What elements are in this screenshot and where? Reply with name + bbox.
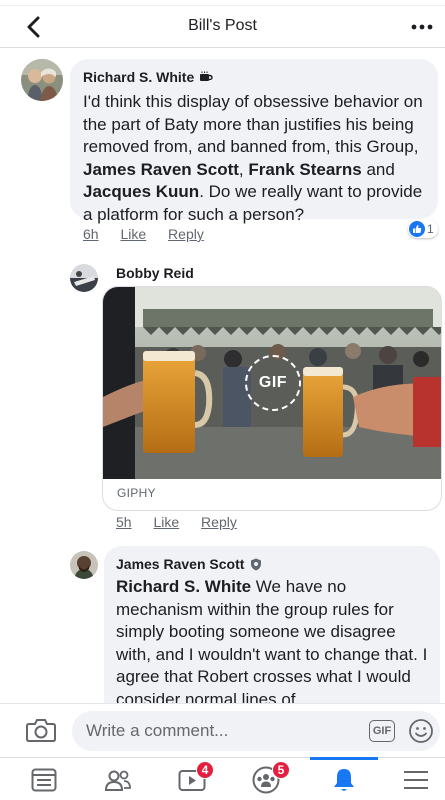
hamburger-menu-icon [404, 770, 428, 789]
comment-time: 6h [83, 226, 99, 242]
page-title: Bill's Post [188, 17, 257, 34]
gif-source-label[interactable]: GIPHY [117, 486, 156, 500]
mentioned-name[interactable]: Jacques Kuun [83, 182, 199, 201]
comment-text-segment: I'd think this display of obsessive beha… [83, 92, 423, 156]
smiley-icon [409, 719, 433, 743]
comment-author[interactable]: Bobby Reid [116, 265, 194, 281]
comment-text: Richard S. White We have no mechanism wi… [116, 576, 428, 703]
comment-actions: 6h Like Reply [83, 226, 222, 242]
nav-menu[interactable] [386, 758, 445, 800]
comment-input-container: GIF [72, 711, 440, 751]
avatar-richard-white[interactable] [21, 59, 63, 101]
comment-actions: 5h Like Reply [116, 514, 255, 530]
comment-text: I'd think this display of obsessive beha… [83, 91, 426, 226]
like-reaction-icon [409, 221, 425, 237]
reaction-count[interactable]: 1 [408, 220, 438, 238]
gif-button[interactable]: GIF [369, 720, 395, 742]
camera-icon [26, 719, 56, 742]
bell-icon [334, 768, 354, 791]
mentioned-name[interactable]: Frank Stearns [248, 160, 361, 179]
avatar-james-raven-scott[interactable] [70, 551, 98, 579]
comment-text-segment: and [361, 159, 395, 179]
reply-button[interactable]: Reply [201, 514, 237, 530]
gif-play-button[interactable]: GIF [245, 355, 301, 411]
post-header: Bill's Post [0, 6, 445, 48]
watch-badge: 4 [196, 761, 214, 779]
nav-groups[interactable]: 5 [236, 758, 296, 800]
comment-bubble[interactable]: James Raven Scott Richard S. White We ha… [104, 546, 440, 703]
comment-bubble[interactable]: Richard S. White I'd think this display … [70, 59, 438, 224]
avatar-photo [70, 264, 98, 292]
bottom-navigation: 4 5 [0, 757, 445, 800]
comment-author[interactable]: James Raven Scott [116, 556, 244, 572]
nav-notifications[interactable] [310, 757, 378, 800]
friends-icon [104, 770, 131, 791]
news-feed-icon [31, 768, 57, 791]
coffee-cup-icon [200, 71, 213, 81]
more-options-button[interactable] [409, 14, 435, 40]
more-horizontal-icon [411, 24, 433, 30]
camera-button[interactable] [26, 717, 56, 743]
comment-input[interactable] [86, 711, 356, 751]
comment-time: 5h [116, 514, 132, 530]
gif-attachment[interactable]: GIF GIPHY [102, 286, 442, 511]
comment-text-segment: , [238, 159, 249, 179]
gif-badge-label: GIF [258, 374, 288, 391]
comment-author[interactable]: Richard S. White [83, 69, 194, 85]
emoji-button[interactable] [408, 718, 434, 744]
nav-news-feed[interactable] [14, 758, 74, 800]
avatar-photo [21, 59, 63, 101]
avatar-photo [70, 551, 98, 579]
shield-icon [251, 558, 262, 570]
comment-composer: GIF [0, 703, 445, 757]
reaction-count-label: 1 [427, 222, 434, 236]
mentioned-name[interactable]: James Raven Scott [83, 160, 239, 179]
groups-badge: 5 [272, 761, 290, 779]
mentioned-name[interactable]: Richard S. White [116, 577, 251, 596]
like-button[interactable]: Like [120, 226, 146, 242]
like-button[interactable]: Like [153, 514, 179, 530]
comments-list: Richard S. White I'd think this display … [0, 49, 445, 703]
reply-button[interactable]: Reply [168, 226, 204, 242]
nav-friends[interactable] [88, 758, 148, 800]
avatar-bobby-reid[interactable] [70, 264, 98, 292]
nav-watch[interactable]: 4 [162, 758, 222, 800]
